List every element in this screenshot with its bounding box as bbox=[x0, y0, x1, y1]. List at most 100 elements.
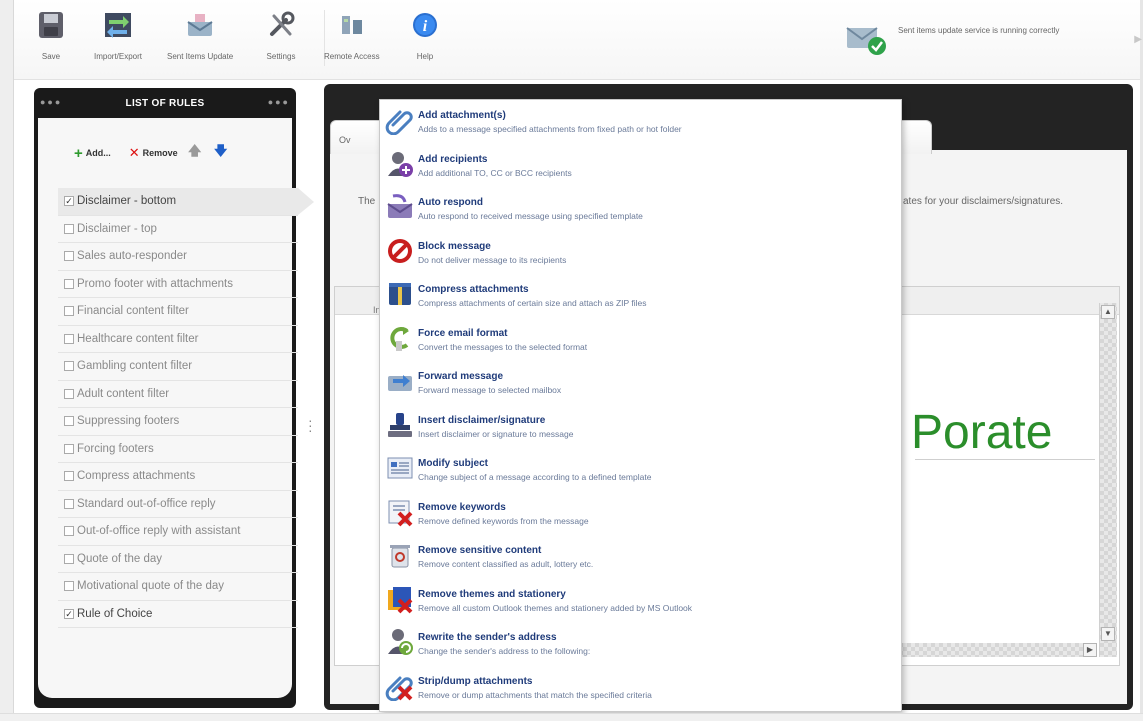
menu-item-rewrite-sender[interactable]: Rewrite the sender's address Change the … bbox=[380, 622, 901, 666]
plus-icon: + bbox=[74, 144, 83, 162]
menu-item-force-email-format[interactable]: Force email format Convert the messages … bbox=[380, 318, 901, 362]
rule-checkbox[interactable] bbox=[64, 251, 74, 262]
rule-checkbox[interactable] bbox=[64, 471, 74, 482]
menu-item-desc: Auto respond to received message using s… bbox=[418, 211, 643, 221]
scroll-down-button[interactable]: ▼ bbox=[1101, 627, 1115, 641]
subject-icon bbox=[385, 453, 415, 483]
remote-access-button[interactable]: Remote Access bbox=[324, 6, 380, 70]
rule-label: Quote of the day bbox=[77, 552, 163, 565]
menu-item-strip-attachments[interactable]: Strip/dump attachments Remove or dump at… bbox=[380, 666, 901, 710]
save-button[interactable]: Save bbox=[32, 6, 70, 70]
rule-checkbox[interactable] bbox=[64, 498, 74, 509]
rule-checkbox[interactable] bbox=[64, 443, 74, 454]
rule-checkbox[interactable] bbox=[64, 333, 74, 344]
menu-item-compress-attachments[interactable]: Compress attachments Compress attachment… bbox=[380, 274, 901, 318]
rule-checkbox[interactable]: ✓ bbox=[64, 608, 74, 619]
rule-checkbox[interactable] bbox=[64, 223, 74, 234]
block-icon bbox=[385, 236, 415, 266]
scroll-right-button[interactable]: ▶ bbox=[1083, 643, 1097, 657]
rule-item[interactable]: ✓ Rule of Choice bbox=[58, 601, 298, 628]
rule-checkbox[interactable] bbox=[64, 553, 74, 564]
menu-item-title: Remove themes and stationery bbox=[418, 588, 566, 600]
rule-checkbox[interactable] bbox=[64, 361, 74, 372]
rule-item[interactable]: Financial content filter bbox=[58, 298, 298, 326]
panel-splitter[interactable]: · · · bbox=[308, 413, 313, 437]
rule-item[interactable]: Healthcare content filter bbox=[58, 326, 298, 353]
menu-item-remove-themes[interactable]: Remove themes and stationery Remove all … bbox=[380, 579, 901, 623]
rule-item[interactable]: ✓ Disclaimer - bottom bbox=[58, 188, 314, 216]
rule-item[interactable]: Adult content filter bbox=[58, 381, 298, 408]
strip-attachments-icon bbox=[385, 671, 415, 701]
settings-icon bbox=[262, 6, 300, 44]
menu-item-title: Remove keywords bbox=[418, 501, 506, 513]
rule-item[interactable]: Out-of-office reply with assistant bbox=[58, 518, 298, 546]
rule-label: Suppressing footers bbox=[77, 415, 180, 428]
rules-panel-header: ●●● LIST OF RULES ●●● bbox=[34, 88, 296, 118]
rule-label: Standard out-of-office reply bbox=[77, 497, 216, 510]
menu-item-insert-disclaimer[interactable]: Insert disclaimer/signature Insert discl… bbox=[380, 405, 901, 449]
rule-checkbox[interactable] bbox=[64, 526, 74, 537]
remote-access-label: Remote Access bbox=[324, 52, 380, 61]
help-button[interactable]: i Help bbox=[406, 6, 444, 70]
rules-panel-title: LIST OF RULES bbox=[125, 97, 205, 109]
rule-item[interactable]: Suppressing footers bbox=[58, 408, 298, 436]
horizontal-scrollbar[interactable] bbox=[895, 643, 1095, 657]
paperclip-icon bbox=[385, 105, 415, 136]
settings-button[interactable]: Settings bbox=[262, 6, 300, 70]
rule-item[interactable]: Quote of the day bbox=[58, 546, 298, 573]
save-label: Save bbox=[41, 52, 61, 61]
rule-checkbox[interactable] bbox=[64, 416, 74, 427]
rule-checkbox[interactable] bbox=[64, 278, 74, 289]
menu-item-remove-keywords[interactable]: Remove keywords Remove defined keywords … bbox=[380, 492, 901, 536]
rule-checkbox[interactable] bbox=[64, 388, 74, 399]
rule-checkbox[interactable] bbox=[64, 581, 74, 592]
toolbar: Save Import/Export Sent Items Update Set… bbox=[14, 0, 1142, 80]
menu-item-add-recipients[interactable]: Add recipients Add additional TO, CC or … bbox=[380, 144, 901, 188]
remove-rule-button[interactable]: ✕ Remove bbox=[129, 145, 178, 161]
menu-item-modify-subject[interactable]: Modify subject Change subject of a messa… bbox=[380, 448, 901, 492]
rule-checkbox[interactable]: ✓ bbox=[64, 196, 74, 207]
remote-access-icon bbox=[333, 6, 371, 44]
rule-checkbox[interactable] bbox=[64, 306, 74, 317]
rule-label: Healthcare content filter bbox=[77, 332, 199, 345]
chevron-right-icon[interactable]: ▶ bbox=[1134, 34, 1142, 45]
rule-label: Adult content filter bbox=[77, 387, 170, 400]
menu-item-desc: Compress attachments of certain size and… bbox=[418, 298, 647, 308]
rule-item[interactable]: Motivational quote of the day bbox=[58, 573, 298, 601]
menu-item-title: Auto respond bbox=[418, 197, 483, 208]
import-export-button[interactable]: Import/Export bbox=[94, 6, 142, 70]
sent-items-update-button[interactable]: Sent Items Update bbox=[167, 6, 233, 70]
import-export-icon bbox=[99, 6, 137, 44]
rule-label: Gambling content filter bbox=[77, 360, 193, 373]
rule-item[interactable]: Sales auto-responder bbox=[58, 243, 298, 271]
add-rule-button[interactable]: + Add... bbox=[74, 145, 111, 162]
sent-items-update-icon bbox=[181, 6, 219, 44]
menu-item-block-message[interactable]: Block message Do not deliver message to … bbox=[380, 231, 901, 275]
rewrite-sender-icon bbox=[385, 627, 415, 657]
menu-item-remove-sensitive-content[interactable]: Remove sensitive content Remove content … bbox=[380, 535, 901, 579]
menu-item-add-attachment[interactable]: Add attachment(s) Adds to a message spec… bbox=[380, 100, 901, 144]
rule-item[interactable]: Forcing footers bbox=[58, 436, 298, 463]
rule-label: Disclaimer - top bbox=[77, 222, 157, 235]
menu-item-auto-respond[interactable]: Auto respond Auto respond to received me… bbox=[380, 187, 901, 231]
themes-icon bbox=[385, 584, 415, 614]
menu-item-desc: Remove all custom Outlook themes and sta… bbox=[418, 602, 693, 613]
rule-item[interactable]: Compress attachments bbox=[58, 463, 298, 491]
rule-label: Forcing footers bbox=[77, 442, 154, 455]
move-down-button[interactable]: 🡇 bbox=[212, 143, 230, 162]
menu-item-title: Block message bbox=[418, 240, 491, 252]
rule-item[interactable]: Disclaimer - top bbox=[58, 216, 298, 243]
rule-item[interactable]: Promo footer with attachments bbox=[58, 271, 298, 298]
vertical-scrollbar[interactable] bbox=[1099, 303, 1117, 657]
move-up-button[interactable]: 🡅 bbox=[186, 143, 204, 162]
menu-item-title: Forward message bbox=[418, 371, 504, 382]
rule-item[interactable]: Gambling content filter bbox=[58, 353, 298, 381]
tab-overview-label: Ov bbox=[339, 135, 351, 145]
stamp-icon bbox=[385, 410, 415, 440]
scroll-up-button[interactable]: ▲ bbox=[1101, 305, 1115, 319]
menu-item-forward-message[interactable]: Forward message Forward message to selec… bbox=[380, 361, 901, 405]
rule-label: Compress attachments bbox=[77, 470, 196, 483]
menu-item-desc: Forward message to selected mailbox bbox=[418, 385, 562, 395]
rule-item[interactable]: Standard out-of-office reply bbox=[58, 491, 298, 518]
rule-label: Promo footer with attachments bbox=[77, 277, 233, 290]
